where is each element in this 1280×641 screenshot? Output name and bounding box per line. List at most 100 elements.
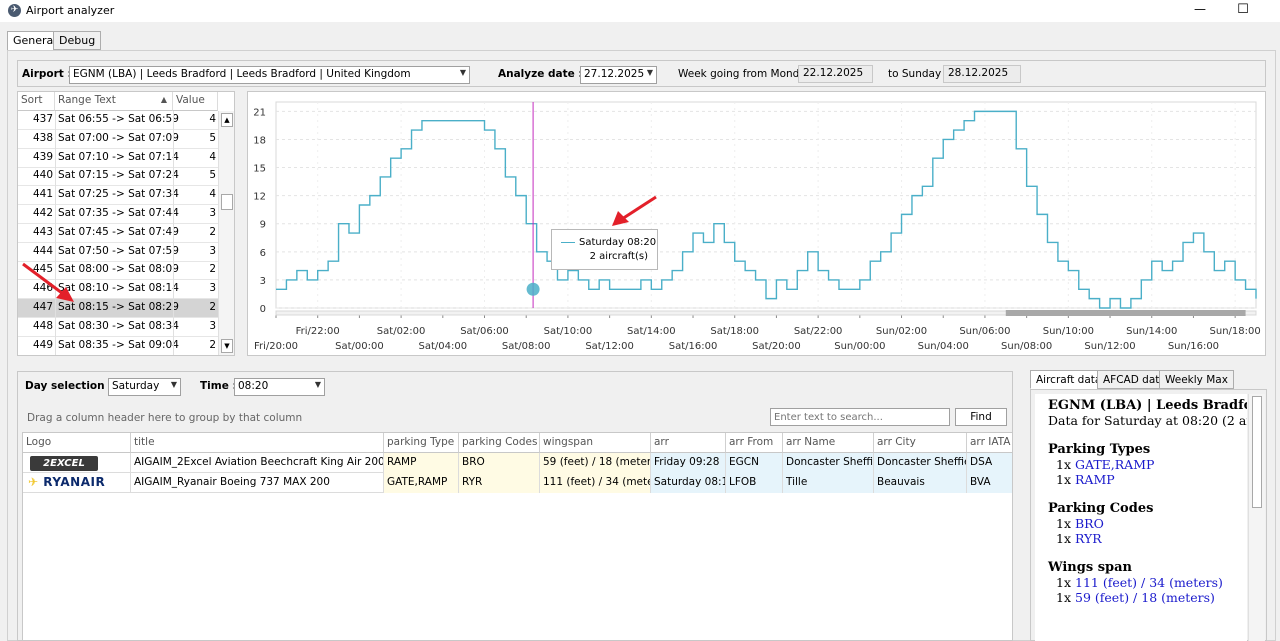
range-row[interactable]: 437 Sat 06:55 -> Sat 06:59 4 bbox=[18, 111, 218, 130]
wingspan-link[interactable]: 59 (feet) / 18 (meters) bbox=[1075, 590, 1215, 605]
tab-debug[interactable]: Debug bbox=[53, 31, 102, 50]
harp-icon: ✈ bbox=[28, 475, 39, 489]
range-row-value: 3 bbox=[209, 319, 216, 332]
parking-code-item: 1x RYR bbox=[1056, 531, 1102, 546]
range-row-sort: 437 bbox=[32, 113, 53, 125]
parking-type-link[interactable]: RAMP bbox=[1075, 472, 1115, 487]
aircraft-grid: Logo title parking Type parking Codes wingsp… bbox=[22, 432, 1013, 641]
chevron-down-icon: ▼ bbox=[459, 68, 466, 77]
parking-codes-title: Parking Codes bbox=[1048, 501, 1154, 516]
day-select[interactable]: Saturday ▼ bbox=[108, 378, 181, 396]
sort-asc-icon: ▲ bbox=[160, 95, 167, 104]
range-row-sort: 449 bbox=[32, 338, 53, 351]
range-row[interactable]: 438 Sat 07:00 -> Sat 07:09 5 bbox=[18, 129, 218, 149]
column-header-title[interactable]: title bbox=[131, 433, 384, 453]
column-header-arr-name[interactable]: arr Name bbox=[783, 433, 874, 453]
search-input[interactable] bbox=[770, 408, 950, 426]
column-header-range-text[interactable]: Range Text ▲ bbox=[55, 92, 173, 111]
range-row[interactable]: 443 Sat 07:45 -> Sat 07:49 2 bbox=[18, 223, 218, 243]
range-row-text: Sat 07:35 -> Sat 07:44 bbox=[58, 207, 179, 219]
cell-arr-name: Tille bbox=[783, 473, 874, 493]
aircraft-data-scrollbar[interactable] bbox=[1248, 394, 1265, 641]
range-row-sort: 446 bbox=[32, 282, 53, 295]
tab-weekly-max[interactable]: Weekly Max bbox=[1159, 370, 1234, 389]
range-row-value: 5 bbox=[209, 169, 216, 182]
legend-line-icon bbox=[561, 242, 575, 243]
scroll-up-icon[interactable]: ▲ bbox=[221, 113, 233, 127]
x-tick-label-upper: Fri/22:00 bbox=[296, 326, 340, 337]
tooltip-value: 2 aircraft(s) bbox=[589, 251, 648, 262]
range-row[interactable]: 439 Sat 07:10 -> Sat 07:14 4 bbox=[18, 148, 218, 168]
range-row[interactable]: 448 Sat 08:30 -> Sat 08:34 3 bbox=[18, 317, 218, 337]
column-header-wingspan[interactable]: wingspan bbox=[540, 433, 651, 453]
y-tick-label: 0 bbox=[260, 304, 266, 315]
column-header-arr-iata[interactable]: arr IATA bbox=[967, 433, 1012, 453]
column-header-logo[interactable]: Logo bbox=[23, 433, 131, 453]
minimize-button[interactable]: — bbox=[1192, 2, 1208, 18]
column-header-arr-from[interactable]: arr From bbox=[726, 433, 783, 453]
scroll-thumb[interactable] bbox=[1252, 396, 1262, 508]
cell-arr-from: EGCN bbox=[726, 453, 783, 473]
column-header-arr[interactable]: arr bbox=[651, 433, 726, 453]
analyze-date-picker[interactable]: 27.12.2025 ▼ bbox=[580, 66, 657, 84]
range-grid-scrollbar[interactable]: ▲ ▼ bbox=[218, 111, 234, 355]
airport-label: Airport : bbox=[22, 68, 72, 80]
range-row-sort: 447 bbox=[32, 301, 53, 313]
cell-parking-type: RAMP bbox=[384, 453, 459, 473]
range-row[interactable]: 446 Sat 08:10 -> Sat 08:14 3 bbox=[18, 280, 218, 300]
y-tick-label: 12 bbox=[253, 192, 266, 203]
cell-title: AIGAIM_Ryanair Boeing 737 MAX 200 bbox=[131, 473, 384, 493]
x-tick-label-upper: Sun/18:00 bbox=[1210, 326, 1261, 337]
airport-select[interactable]: EGNM (LBA) | Leeds Bradford | Leeds Brad… bbox=[69, 66, 470, 84]
tooltip-time: Saturday 08:20 bbox=[579, 237, 657, 248]
range-row[interactable]: 442 Sat 07:35 -> Sat 07:44 3 bbox=[18, 205, 218, 224]
time-select[interactable]: 08:20 ▼ bbox=[234, 378, 325, 396]
cell-parking-codes: RYR bbox=[459, 473, 540, 493]
range-row-value: 2 bbox=[209, 225, 216, 238]
range-row-text: Sat 07:45 -> Sat 07:49 bbox=[58, 225, 179, 238]
x-tick-label-upper: Sat/10:00 bbox=[544, 326, 593, 337]
column-header-sort[interactable]: Sort bbox=[18, 92, 55, 111]
parking-type-link[interactable]: GATE,RAMP bbox=[1075, 457, 1154, 472]
parking-code-link[interactable]: BRO bbox=[1075, 516, 1104, 531]
time-label: Time : bbox=[200, 380, 237, 392]
range-row-value: 3 bbox=[209, 244, 216, 257]
range-row[interactable]: 447 Sat 08:15 -> Sat 08:29 2 bbox=[18, 299, 218, 318]
tab-aircraft-data[interactable]: Aircraft data bbox=[1030, 370, 1108, 389]
range-row[interactable]: 440 Sat 07:15 -> Sat 07:24 5 bbox=[18, 167, 218, 187]
range-row-text: Sat 08:15 -> Sat 08:29 bbox=[58, 301, 179, 313]
scroll-down-icon[interactable]: ▼ bbox=[221, 339, 233, 353]
x-tick-label-upper: Sun/02:00 bbox=[876, 326, 927, 337]
parking-type-item: 1x RAMP bbox=[1056, 472, 1115, 487]
title-bar: ✈ Airport analyzer — ☐ bbox=[0, 0, 1280, 22]
range-row-text: Sat 07:25 -> Sat 07:34 bbox=[58, 188, 179, 201]
x-tick-label-lower: Sat/04:00 bbox=[419, 341, 468, 352]
analyze-date-label: Analyze date : bbox=[498, 68, 583, 80]
range-row[interactable]: 444 Sat 07:50 -> Sat 07:59 3 bbox=[18, 242, 218, 262]
range-row-text: Sat 07:00 -> Sat 07:09 bbox=[58, 131, 179, 144]
column-header-parking-type[interactable]: parking Type bbox=[384, 433, 459, 453]
maximize-button[interactable]: ☐ bbox=[1235, 2, 1251, 18]
x-tick-label-upper: Sun/14:00 bbox=[1126, 326, 1177, 337]
find-button[interactable]: Find bbox=[955, 408, 1007, 426]
column-header-value[interactable]: Value bbox=[173, 92, 218, 111]
x-tick-label-lower: Sun/08:00 bbox=[1001, 341, 1052, 352]
range-row-text: Sat 08:10 -> Sat 08:14 bbox=[58, 282, 179, 295]
y-tick-label: 9 bbox=[260, 220, 266, 231]
column-header-arr-city[interactable]: arr City bbox=[874, 433, 967, 453]
wingspan-link[interactable]: 111 (feet) / 34 (meters) bbox=[1075, 575, 1223, 590]
window-title: Airport analyzer bbox=[26, 4, 115, 17]
aircraft-row[interactable]: AIGAIM_Ryanair Boeing 737 MAX 200 GATE,RA… bbox=[23, 473, 1012, 493]
column-header-parking-codes[interactable]: parking Codes bbox=[459, 433, 540, 453]
parking-code-link[interactable]: RYR bbox=[1075, 531, 1102, 546]
x-tick-label-upper: Sun/10:00 bbox=[1043, 326, 1094, 337]
chevron-down-icon: ▼ bbox=[646, 68, 653, 77]
range-row[interactable]: 445 Sat 08:00 -> Sat 08:09 2 bbox=[18, 261, 218, 281]
aircraft-row[interactable]: AIGAIM_2Excel Aviation Beechcraft King A… bbox=[23, 453, 1012, 473]
range-row[interactable]: 441 Sat 07:25 -> Sat 07:34 4 bbox=[18, 186, 218, 206]
parking-code-item: 1x BRO bbox=[1056, 516, 1104, 531]
ryanair-logo-text: RYANAIR bbox=[43, 475, 106, 489]
range-row[interactable]: 449 Sat 08:35 -> Sat 09:04 2 bbox=[18, 336, 218, 355]
scroll-thumb[interactable] bbox=[221, 194, 233, 210]
occupancy-chart[interactable]: 0 3 6 9 12 15 18 21 Fri/22:00 Sat/02:00 Sat/06:00 S… bbox=[247, 91, 1266, 356]
